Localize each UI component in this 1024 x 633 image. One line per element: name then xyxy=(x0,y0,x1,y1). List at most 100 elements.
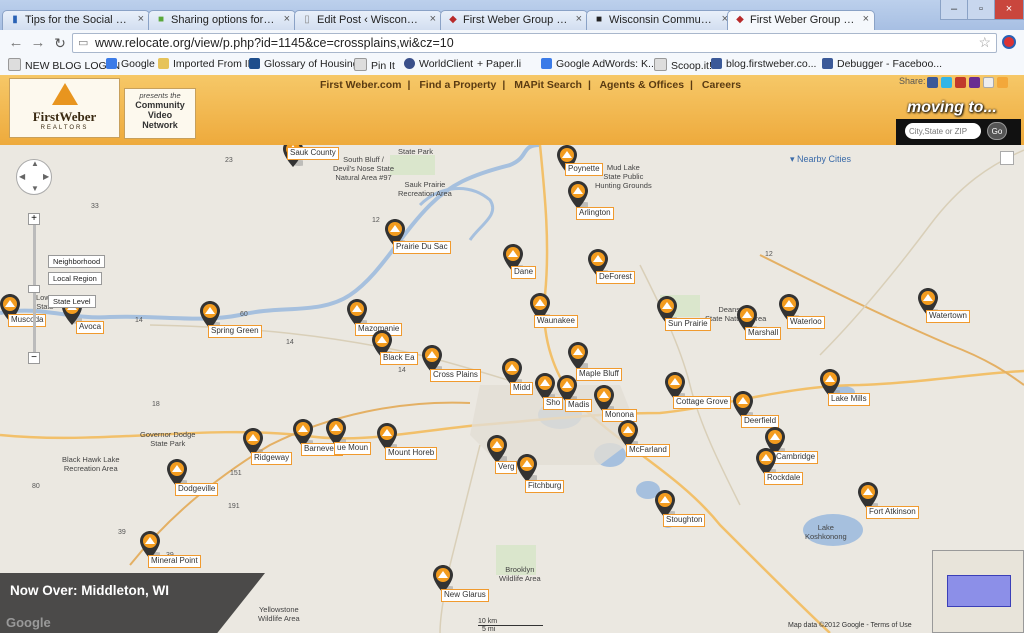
bookmark-paperli[interactable]: + Paper.li xyxy=(477,58,521,74)
pan-left-icon[interactable]: ◀ xyxy=(19,172,25,181)
facebook-icon[interactable] xyxy=(927,77,938,88)
bookmark-adwords[interactable]: Google AdWords: K... xyxy=(541,58,657,74)
neighborhood-level-button[interactable]: Neighborhood xyxy=(48,255,106,268)
bookmark-imported[interactable]: Imported From IE xyxy=(158,58,255,74)
zoom-slider-handle[interactable] xyxy=(28,285,40,293)
community-video-network-logo[interactable]: presents the Community Video Network xyxy=(124,88,196,139)
town-label[interactable]: Arlington xyxy=(576,207,614,220)
town-label[interactable]: Cottage Grove xyxy=(673,396,732,409)
local-region-level-button[interactable]: Local Region xyxy=(48,272,102,285)
extension-icon[interactable] xyxy=(1002,35,1016,49)
address-bar[interactable]: ▭ www.relocate.org/view/p.php?id=1145&ce… xyxy=(72,33,997,53)
bookmark-scoopit[interactable]: Scoop.it! xyxy=(654,58,712,74)
minimize-button[interactable]: – xyxy=(940,0,968,20)
zoom-in-button[interactable]: + xyxy=(28,213,40,225)
fullscreen-icon[interactable] xyxy=(1000,151,1014,165)
close-window-button[interactable]: × xyxy=(994,0,1024,20)
highway-shield: 12 xyxy=(765,251,773,258)
town-label[interactable]: Rockdale xyxy=(764,472,804,485)
town-label[interactable]: ue Moun xyxy=(334,442,372,455)
nav-mapit[interactable]: MAPit Search xyxy=(514,79,582,91)
town-label[interactable]: Waterloo xyxy=(787,316,825,329)
town-label[interactable]: Muscoda xyxy=(8,314,47,327)
town-label[interactable]: McFarland xyxy=(626,444,670,457)
town-label[interactable]: Fitchburg xyxy=(525,480,565,493)
town-label[interactable]: Avoca xyxy=(76,321,105,334)
yahoo-icon[interactable] xyxy=(969,77,980,88)
tab-sharing[interactable]: ■ Sharing options for my ac × xyxy=(148,10,296,30)
pan-down-icon[interactable]: ▼ xyxy=(31,184,39,193)
nav-find-property[interactable]: Find a Property xyxy=(419,79,496,91)
bookmark-pinit[interactable]: Pin It xyxy=(354,58,395,74)
maximize-button[interactable]: ▫ xyxy=(967,0,995,20)
go-button[interactable]: Go xyxy=(987,122,1007,140)
town-label[interactable]: Watertown xyxy=(926,310,970,323)
email-icon[interactable] xyxy=(983,77,994,88)
logo-subtext: REALTORS xyxy=(40,125,89,131)
state-level-button[interactable]: State Level xyxy=(48,295,96,308)
tab-tips[interactable]: ▮ Tips for the Social Marketi × xyxy=(2,10,150,30)
tab-wisconsin-community[interactable]: ■ Wisconsin Community Inf × xyxy=(586,10,734,30)
overview-map[interactable] xyxy=(932,550,1024,633)
town-label[interactable]: Fort Atkinson xyxy=(866,506,919,519)
firstweber-logo[interactable]: FirstWeber REALTORS xyxy=(9,78,120,138)
gmail-icon[interactable] xyxy=(955,77,966,88)
nav-firstweber[interactable]: First Weber.com xyxy=(320,79,402,91)
pan-up-icon[interactable]: ▲ xyxy=(31,159,39,168)
town-label[interactable]: Marshall xyxy=(745,327,782,340)
town-label[interactable]: Mount Horeb xyxy=(385,447,438,460)
nav-agents-offices[interactable]: Agents & Offices xyxy=(599,79,684,91)
map-attribution[interactable]: Map data ©2012 Google - Terms of Use xyxy=(788,622,912,629)
bookmark-worldclient[interactable]: WorldClient xyxy=(404,58,473,74)
town-label[interactable]: Ridgeway xyxy=(251,452,293,465)
town-label[interactable]: Madis xyxy=(565,399,593,412)
close-icon[interactable]: × xyxy=(863,13,869,25)
tab-firstweber-1[interactable]: ◆ First Weber Group - Comm × xyxy=(440,10,588,30)
bookmark-glossary[interactable]: Glossary of Housing... xyxy=(249,58,367,74)
bookmark-blog-firstweber[interactable]: blog.firstweber.co... xyxy=(711,58,816,74)
tab-firstweber-active[interactable]: ◆ First Weber Group - Comm × xyxy=(727,10,875,31)
close-icon[interactable]: × xyxy=(576,13,582,25)
town-label[interactable]: DeForest xyxy=(596,271,635,284)
cvn-line-4: Network xyxy=(142,120,178,130)
town-label[interactable]: Verg xyxy=(495,461,518,474)
bookmark-google[interactable]: Google xyxy=(106,58,155,74)
city-search-input[interactable] xyxy=(905,123,981,139)
nav-careers[interactable]: Careers xyxy=(702,79,741,91)
town-label[interactable]: New Glarus xyxy=(441,589,489,602)
star-icon[interactable]: ☆ xyxy=(978,34,991,51)
town-label[interactable]: Mineral Point xyxy=(148,555,201,568)
tab-edit-post[interactable]: ▯ Edit Post ‹ Wisconsin Real × xyxy=(294,10,442,30)
town-label[interactable]: Cambridge xyxy=(773,451,819,464)
town-label[interactable]: Cross Plains xyxy=(430,369,481,382)
nearby-cities-link[interactable]: ▾ Nearby Cities xyxy=(790,154,851,165)
town-label[interactable]: Poynette xyxy=(565,163,603,176)
back-button[interactable]: ← xyxy=(6,33,26,53)
close-icon[interactable]: × xyxy=(138,13,144,25)
town-label[interactable]: Dane xyxy=(511,266,537,279)
close-icon[interactable]: × xyxy=(430,13,436,25)
bookmark-new-blog[interactable]: NEW BLOG LOG IN xyxy=(8,58,120,74)
community-map[interactable]: State Park South Bluff / Devil's Nose Sta… xyxy=(0,145,1024,633)
town-label[interactable]: Spring Green xyxy=(208,325,262,338)
share-more-icon[interactable] xyxy=(997,77,1008,88)
town-label[interactable]: Waunakee xyxy=(534,315,578,328)
overview-viewport[interactable] xyxy=(947,575,1011,607)
town-label[interactable]: Maple Bluff xyxy=(576,368,622,381)
town-label[interactable]: Black Ea xyxy=(380,352,418,365)
town-label[interactable]: Prairie Du Sac xyxy=(393,241,451,254)
bookmark-debugger[interactable]: Debugger - Faceboo... xyxy=(822,58,942,74)
forward-button[interactable]: → xyxy=(28,33,48,53)
town-label[interactable]: Dodgeville xyxy=(175,483,219,496)
reload-button[interactable]: ↻ xyxy=(50,33,70,53)
pan-control[interactable]: ▲ ▼ ◀ ▶ xyxy=(16,159,52,195)
zoom-out-button[interactable]: − xyxy=(28,352,40,364)
twitter-icon[interactable] xyxy=(941,77,952,88)
town-label[interactable]: Stoughton xyxy=(663,514,706,527)
town-label[interactable]: Lake Mills xyxy=(828,393,870,406)
pan-right-icon[interactable]: ▶ xyxy=(43,172,49,181)
town-label[interactable]: Sauk County xyxy=(287,147,339,160)
close-icon[interactable]: × xyxy=(284,13,290,25)
town-label[interactable]: Sun Prairie xyxy=(665,318,711,331)
town-label[interactable]: Midd xyxy=(510,382,534,395)
